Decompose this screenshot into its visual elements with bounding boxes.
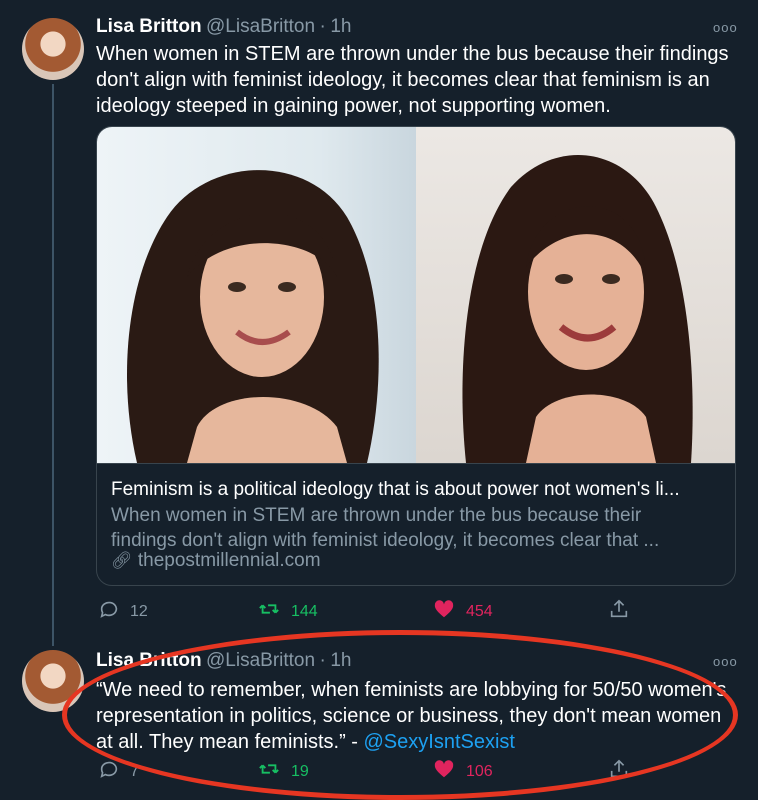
author-name[interactable]: Lisa Britton [96, 650, 202, 671]
separator: · [319, 650, 326, 671]
like-button[interactable]: 106 [432, 758, 493, 785]
card-image-left [97, 127, 416, 463]
more-icon[interactable]: ooo [713, 654, 738, 669]
like-icon [432, 758, 456, 785]
link-card[interactable]: Feminism is a political ideology that is… [96, 126, 736, 586]
author-handle[interactable]: @LisaBritton [206, 650, 315, 671]
more-icon[interactable]: ooo [713, 20, 738, 35]
reply-button[interactable]: 12 [98, 598, 148, 625]
reply-icon [98, 598, 120, 625]
tweet-text: “We need to remember, when feminists are… [96, 677, 736, 755]
tweet-header: Lisa Britton @LisaBritton · 1h [96, 650, 351, 672]
reply-count: 7 [130, 762, 139, 780]
author-handle[interactable]: @LisaBritton [206, 16, 315, 37]
share-button[interactable] [608, 598, 630, 625]
like-icon [432, 598, 456, 625]
retweet-icon [257, 598, 281, 625]
reply-icon [98, 758, 120, 785]
like-count: 106 [466, 762, 493, 780]
timestamp[interactable]: 1h [330, 16, 351, 37]
separator: · [319, 16, 326, 37]
card-divider [97, 463, 735, 464]
avatar[interactable] [22, 650, 84, 712]
like-count: 454 [466, 602, 493, 620]
link-icon: 🔗︎ [111, 551, 133, 570]
share-icon [608, 758, 630, 785]
retweet-count: 19 [291, 762, 309, 780]
retweet-button[interactable]: 144 [257, 598, 318, 625]
share-button[interactable] [608, 758, 630, 785]
card-link[interactable]: 🔗︎ thepostmillennial.com [111, 550, 321, 572]
retweet-count: 144 [291, 602, 318, 620]
timestamp[interactable]: 1h [330, 650, 351, 671]
thread-line [52, 84, 54, 646]
card-domain: thepostmillennial.com [137, 550, 321, 571]
author-name[interactable]: Lisa Britton [96, 16, 202, 37]
like-button[interactable]: 454 [432, 598, 493, 625]
card-image-right [416, 127, 735, 463]
reply-count: 12 [130, 602, 148, 620]
share-icon [608, 598, 630, 625]
tweet-header: Lisa Britton @LisaBritton · 1h [96, 16, 351, 38]
tweet-text: When women in STEM are thrown under the … [96, 43, 729, 117]
reply-button[interactable]: 7 [98, 758, 139, 785]
retweet-icon [257, 758, 281, 785]
card-title[interactable]: Feminism is a political ideology that is… [111, 479, 680, 501]
avatar[interactable] [22, 18, 84, 80]
card-description: When women in STEM are thrown under the … [111, 505, 660, 551]
mention-link[interactable]: @SexyIsntSexist [364, 731, 515, 753]
retweet-button[interactable]: 19 [257, 758, 309, 785]
